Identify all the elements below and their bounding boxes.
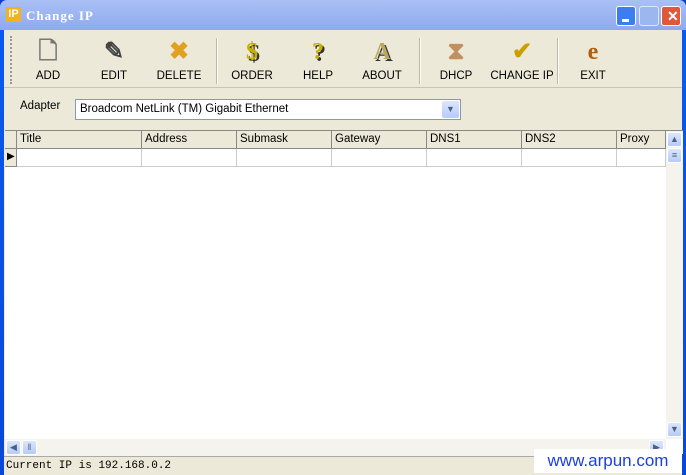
question-icon: ? (312, 39, 324, 65)
scroll-up-icon[interactable]: ▲ (667, 132, 682, 147)
toolbar-grip[interactable] (10, 36, 12, 84)
change-ip-button[interactable]: ✔ CHANGE IP (486, 35, 558, 87)
check-doc-icon: ✔ (511, 39, 533, 65)
adapter-value: Broadcom NetLink (TM) Gigabit Ethernet (80, 103, 289, 115)
row-header-corner (5, 131, 17, 149)
table-cell[interactable] (332, 149, 427, 167)
row-indicator[interactable]: ▶ (5, 149, 17, 167)
table-cell[interactable] (17, 149, 142, 167)
main-window: IP Change IP ✕ 🗋 ADD ✎ EDIT ✖ DELETE $ ORDER… (0, 0, 686, 475)
column-header-address[interactable]: Address (142, 131, 237, 149)
edit-button[interactable]: ✎ EDIT (84, 35, 144, 87)
column-header-proxy[interactable]: Proxy (617, 131, 666, 149)
column-header-title[interactable]: Title (17, 131, 142, 149)
vertical-scrollbar[interactable]: ▲ ≡ ▼ (666, 131, 683, 439)
scroll-thumb[interactable]: ≡ (667, 148, 682, 163)
exit-icon: e (587, 39, 599, 65)
client-area: 🗋 ADD ✎ EDIT ✖ DELETE $ ORDER ? HELP A ABOUT ⧗… (4, 30, 683, 475)
exit-button[interactable]: e EXIT (563, 35, 623, 87)
column-header-gateway[interactable]: Gateway (332, 131, 427, 149)
dhcp-button[interactable]: ⧗ DHCP (426, 35, 486, 87)
table-cell[interactable] (522, 149, 617, 167)
add-doc-icon: 🗋 (38, 39, 58, 65)
window-title: Change IP (26, 8, 94, 23)
scroll-thumb[interactable]: ‖ (22, 440, 37, 455)
add-button[interactable]: 🗋 ADD (18, 35, 78, 87)
adapter-select[interactable]: Broadcom NetLink (TM) Gigabit Ethernet ▼ (75, 99, 461, 120)
column-header-dns1[interactable]: DNS1 (427, 131, 522, 149)
watermark: www.arpun.com (534, 449, 682, 473)
delete-doc-icon: ✖ (168, 39, 190, 65)
table-cell[interactable] (142, 149, 237, 167)
maximize-button[interactable] (639, 6, 659, 26)
toolbar-separator (216, 38, 218, 84)
about-button[interactable]: A ABOUT (352, 35, 412, 87)
delete-button[interactable]: ✖ DELETE (149, 35, 209, 87)
toolbar-separator (419, 38, 421, 84)
title-bar[interactable]: IP Change IP ✕ (0, 0, 686, 30)
edit-doc-icon: ✎ (103, 39, 125, 65)
app-icon: IP (6, 7, 21, 22)
scroll-left-icon[interactable]: ◀ (6, 440, 21, 455)
dollar-icon: $ (246, 39, 258, 65)
dhcp-icon: ⧗ (447, 39, 465, 65)
adapter-label: Adapter (20, 100, 61, 112)
table-cell[interactable] (427, 149, 522, 167)
current-row-arrow-icon: ▶ (7, 151, 15, 162)
chevron-down-icon[interactable]: ▼ (442, 101, 459, 118)
table-cell[interactable] (617, 149, 666, 167)
toolbar-separator (557, 38, 559, 84)
column-header-dns2[interactable]: DNS2 (522, 131, 617, 149)
scroll-down-icon[interactable]: ▼ (667, 422, 682, 437)
minimize-button[interactable] (616, 6, 636, 26)
table-cell[interactable] (237, 149, 332, 167)
ip-profile-grid[interactable]: Title Address Submask Gateway DNS1 DNS2 … (5, 130, 683, 456)
letter-a-icon: A (373, 39, 391, 65)
column-header-submask[interactable]: Submask (237, 131, 332, 149)
toolbar: 🗋 ADD ✎ EDIT ✖ DELETE $ ORDER ? HELP A ABOUT ⧗… (4, 32, 682, 88)
order-button[interactable]: $ ORDER (222, 35, 282, 87)
help-button[interactable]: ? HELP (288, 35, 348, 87)
close-button[interactable]: ✕ (661, 6, 681, 26)
